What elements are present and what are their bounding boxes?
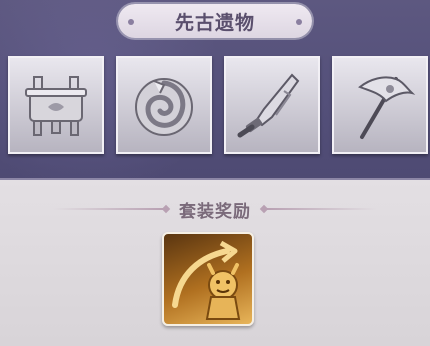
set-bonus-header: 套装奖励: [0, 196, 430, 222]
banner-ornament-left: [128, 19, 134, 25]
relic-slot-2[interactable]: [116, 56, 212, 154]
ancient-blade-icon: [237, 73, 300, 138]
divider-ornament-right: [259, 204, 269, 214]
battle-flag-icon: [358, 76, 416, 139]
relic-slot-3[interactable]: [224, 56, 320, 154]
ancient-vessel-icon: [25, 76, 87, 136]
set-bonus-title: 套装奖励: [179, 201, 251, 222]
banner-ornament-right: [296, 19, 302, 25]
title-banner: 先古遗物: [118, 4, 312, 38]
golden-emblem-icon: [172, 240, 241, 320]
divider-left: [53, 208, 163, 210]
page-title: 先古遗物: [174, 11, 255, 34]
coiled-dragon-icon: [135, 78, 193, 136]
set-bonus-reward[interactable]: [162, 232, 254, 326]
relic-slot-4[interactable]: [332, 56, 428, 154]
divider-right: [267, 208, 377, 210]
relic-slot-1[interactable]: [8, 56, 104, 154]
